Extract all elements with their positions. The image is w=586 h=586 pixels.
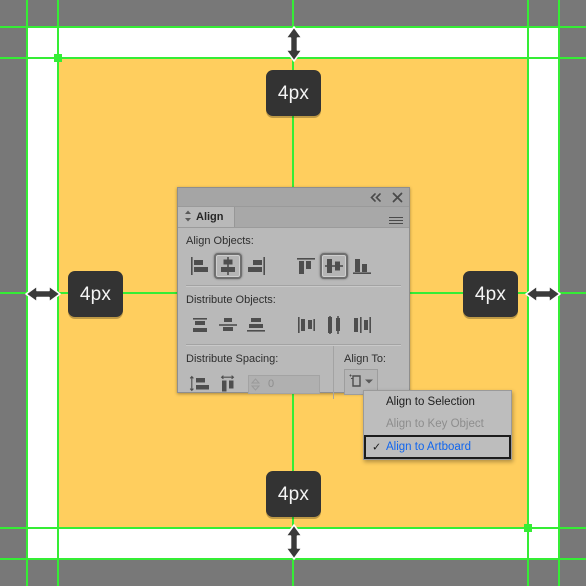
vertical-distribute-center-button[interactable] xyxy=(214,312,242,338)
align-objects-row xyxy=(178,251,409,281)
distribute-spacing-label: Distribute Spacing: xyxy=(186,353,279,365)
menu-item-align-to-key-object: Align to Key Object xyxy=(364,413,511,435)
horizontal-distribute-space-button[interactable] xyxy=(214,371,242,397)
horizontal-align-right-button[interactable] xyxy=(242,253,270,279)
horizontal-align-center-button[interactable] xyxy=(214,253,242,279)
vertical-align-top-button[interactable] xyxy=(292,253,320,279)
menu-item-label: Align to Selection xyxy=(386,396,475,408)
chevron-down-icon xyxy=(364,376,374,388)
align-to-artboard-icon xyxy=(348,373,363,392)
illustrator-canvas: 4px 4px 4px 4px Align Align Objects: Dis… xyxy=(0,0,586,586)
anchor-point-bottom-right xyxy=(524,524,532,532)
spacing-value-stepper[interactable]: 0 xyxy=(248,374,320,394)
hamburger-menu-icon[interactable] xyxy=(383,207,409,227)
horizontal-distribute-left-button[interactable] xyxy=(292,312,320,338)
spacing-badge-top: 4px xyxy=(266,70,321,116)
anchor-point-top-left xyxy=(54,54,62,62)
menu-item-align-to-artboard[interactable]: ✓ Align to Artboard xyxy=(364,435,511,459)
align-panel: Align Align Objects: Distribute Objects:… xyxy=(177,187,410,399)
align-objects-label: Align Objects: xyxy=(186,235,254,247)
panel-tab-row: Align xyxy=(178,207,409,228)
up-down-arrows-icon xyxy=(184,210,192,225)
double-arrow-vertical-top xyxy=(281,25,307,63)
menu-item-label: Align to Key Object xyxy=(386,418,484,430)
panel-titlebar xyxy=(178,188,409,207)
distribute-spacing-group: Distribute Spacing: 0 xyxy=(186,346,333,399)
checkmark-icon: ✓ xyxy=(372,441,382,454)
double-arrow-horizontal-left xyxy=(24,281,62,307)
tab-align-label: Align xyxy=(196,211,224,223)
distribute-objects-row xyxy=(178,310,409,340)
menu-item-align-to-selection[interactable]: Align to Selection xyxy=(364,391,511,413)
spacing-badge-left: 4px xyxy=(68,271,123,317)
tab-align[interactable]: Align xyxy=(178,207,235,227)
vertical-distribute-space-button[interactable] xyxy=(186,371,214,397)
distribute-objects-label: Distribute Objects: xyxy=(186,294,276,306)
double-chevron-left-icon[interactable] xyxy=(370,191,382,203)
double-arrow-horizontal-right xyxy=(524,281,562,307)
vertical-distribute-top-button[interactable] xyxy=(186,312,214,338)
align-to-label: Align To: xyxy=(344,353,386,365)
distribute-spacing-row: 0 xyxy=(186,369,333,399)
spacing-badge-bottom: 4px xyxy=(266,471,321,517)
tab-empty-space xyxy=(235,207,384,227)
horizontal-distribute-center-button[interactable] xyxy=(320,312,348,338)
close-icon[interactable] xyxy=(391,191,403,203)
horizontal-align-left-button[interactable] xyxy=(186,253,214,279)
spacing-badge-right: 4px xyxy=(463,271,518,317)
horizontal-distribute-right-button[interactable] xyxy=(348,312,376,338)
menu-item-label: Align to Artboard xyxy=(386,441,472,453)
double-arrow-vertical-bottom xyxy=(281,523,307,561)
align-to-dropdown-menu: Align to Selection Align to Key Object ✓… xyxy=(363,390,512,460)
stepper-arrows-icon[interactable] xyxy=(249,377,262,391)
vertical-align-bottom-button[interactable] xyxy=(348,253,376,279)
vertical-align-center-button[interactable] xyxy=(320,253,348,279)
vertical-distribute-bottom-button[interactable] xyxy=(242,312,270,338)
spacing-value-input[interactable]: 0 xyxy=(262,378,319,390)
